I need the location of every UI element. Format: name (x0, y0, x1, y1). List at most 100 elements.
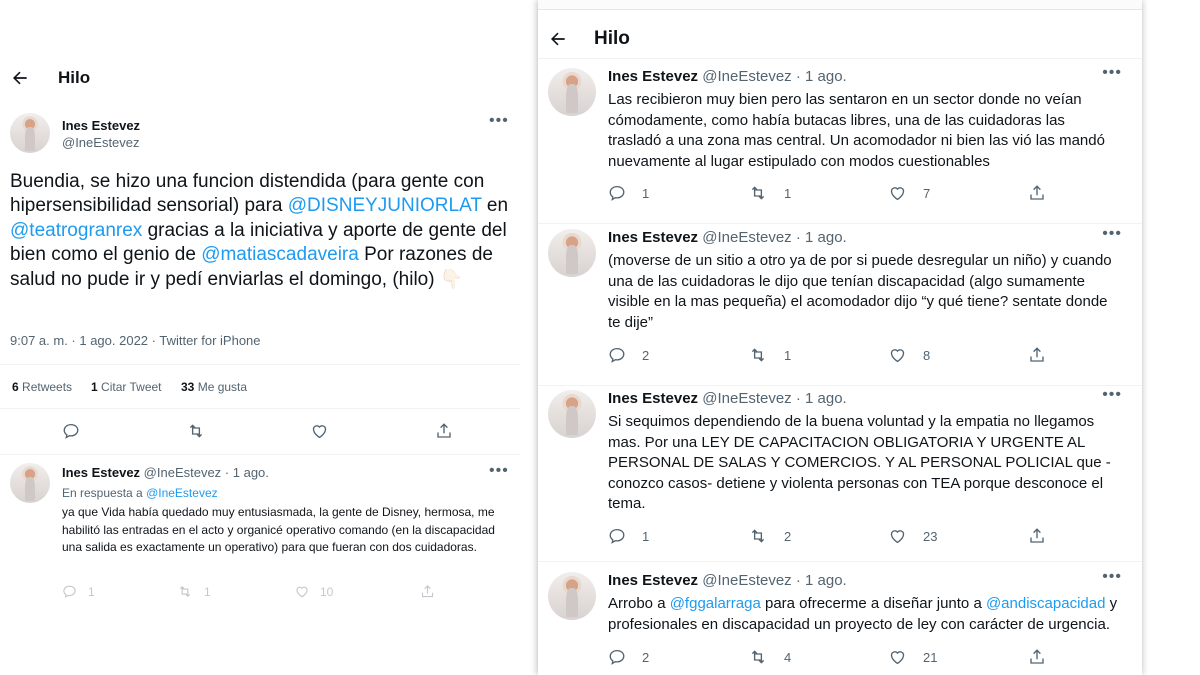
retweet-icon[interactable] (748, 346, 768, 364)
like-count: 21 (923, 649, 938, 665)
author-name[interactable]: Ines Estevez (608, 68, 698, 85)
author-handle[interactable]: @IneEstevez (702, 229, 791, 246)
thread-tweet[interactable]: Ines Estevez @IneEstevez · 1 ago. ••• La… (538, 64, 1142, 224)
avatar[interactable] (548, 229, 596, 277)
left-thread-panel: Hilo Ines Estevez @IneEstevez ••• Buendi… (0, 0, 520, 675)
page-title: Hilo (58, 68, 91, 87)
retweet-icon[interactable] (748, 184, 768, 202)
tweet-time[interactable]: · 1 ago. (796, 390, 847, 407)
share-icon[interactable] (435, 422, 453, 440)
more-options-icon[interactable]: ••• (1102, 386, 1122, 404)
author-handle[interactable]: @IneEstevez (702, 572, 791, 589)
more-options-icon[interactable]: ••• (1102, 64, 1122, 82)
likes-stat[interactable]: 33 Me gusta (181, 380, 247, 394)
like-heart-icon[interactable] (294, 584, 310, 599)
reply-icon[interactable] (608, 346, 626, 364)
more-options-icon[interactable]: ••• (489, 462, 509, 480)
author-name[interactable]: Ines Estevez (608, 572, 698, 589)
reply-count: 2 (642, 649, 650, 665)
back-arrow-icon[interactable] (10, 68, 30, 88)
share-icon[interactable] (1028, 184, 1046, 202)
page-title: Hilo (594, 28, 630, 49)
tweet-actions: 2 4 21 (608, 648, 1142, 666)
avatar[interactable] (548, 572, 596, 620)
tweet-author-line: Ines Estevez @IneEstevez · 1 ago. (608, 572, 847, 589)
like-heart-icon[interactable] (310, 422, 329, 440)
more-options-icon[interactable]: ••• (1102, 225, 1122, 243)
author-name[interactable]: Ines Estevez (62, 465, 140, 480)
reply-icon[interactable] (608, 527, 626, 545)
author-handle[interactable]: @IneEstevez (62, 135, 140, 150)
avatar[interactable] (548, 68, 596, 116)
share-icon[interactable] (420, 584, 435, 599)
thread-tweet[interactable]: Ines Estevez @IneEstevez · 1 ago. ••• (m… (538, 225, 1142, 386)
tweet-time[interactable]: · 1 ago. (796, 68, 847, 85)
tweet-author-line: Ines Estevez @IneEstevez · 1 ago. (608, 229, 847, 246)
reply-count: 2 (642, 347, 650, 363)
tweet-actions: 1 2 23 (608, 527, 1142, 545)
avatar[interactable] (10, 463, 50, 503)
thread-header: Hilo (548, 28, 630, 50)
author-name[interactable]: Ines Estevez (62, 118, 140, 133)
share-icon[interactable] (1028, 527, 1046, 545)
browser-top-strip (538, 0, 1142, 10)
quotes-count: 1 (91, 380, 98, 394)
retweets-count: 6 (12, 380, 19, 394)
reply-to-handle[interactable]: @IneEstevez (146, 486, 218, 500)
share-icon[interactable] (1028, 346, 1046, 364)
avatar[interactable] (10, 113, 50, 153)
like-count: 7 (923, 185, 931, 201)
reply-count: 1 (88, 585, 95, 599)
retweet-icon[interactable] (177, 584, 193, 599)
author-handle[interactable]: @IneEstevez (702, 68, 791, 85)
tweet-actions: 2 1 8 (608, 346, 1142, 364)
thread-tweet[interactable]: Ines Estevez @IneEstevez · 1 ago. ••• Si… (538, 386, 1142, 562)
tweet-time[interactable]: · 1 ago. (796, 572, 847, 589)
mention-link[interactable]: @DISNEYJUNIORLAT (288, 195, 482, 216)
author-handle[interactable]: @IneEstevez (144, 465, 222, 480)
right-thread-panel: Hilo Ines Estevez @IneEstevez · 1 ago. •… (538, 0, 1142, 675)
like-heart-icon[interactable] (888, 346, 907, 364)
reply-icon[interactable] (62, 422, 80, 440)
author-name[interactable]: Ines Estevez (608, 390, 698, 407)
reply-icon[interactable] (608, 184, 626, 202)
mention-link[interactable]: @matiascadaveira (201, 244, 359, 265)
retweet-count: 2 (784, 528, 792, 544)
tweet-text: Buendia, se hizo una funcion distendida … (10, 170, 510, 292)
divider (538, 58, 1142, 59)
retweet-icon[interactable] (748, 527, 768, 545)
mention-link[interactable]: @andiscapacidad (986, 595, 1105, 612)
like-count: 10 (320, 585, 334, 599)
tweet-time[interactable]: · 1 ago. (225, 465, 269, 480)
retweet-count: 1 (784, 347, 792, 363)
tweet-actions: 1 1 7 (608, 184, 1142, 202)
reply-icon[interactable] (608, 648, 626, 666)
back-arrow-icon[interactable] (548, 29, 568, 49)
pointing-down-emoji: 👇🏻 (439, 268, 464, 290)
retweet-icon[interactable] (748, 648, 768, 666)
tweet-timestamp[interactable]: 9:07 a. m. · 1 ago. 2022 · Twitter for i… (10, 333, 261, 348)
retweet-count: 1 (204, 585, 211, 599)
retweet-count: 4 (784, 649, 792, 665)
thread-tweet[interactable]: Ines Estevez @IneEstevez · 1 ago. ••• Ar… (538, 568, 1142, 675)
tweet-time[interactable]: · 1 ago. (796, 229, 847, 246)
more-options-icon[interactable]: ••• (1102, 568, 1122, 586)
retweet-icon[interactable] (186, 422, 206, 440)
author-name[interactable]: Ines Estevez (608, 229, 698, 246)
tweet-text: Las recibieron muy bien pero las sentaro… (608, 91, 1105, 170)
more-options-icon[interactable]: ••• (489, 112, 509, 130)
author-handle[interactable]: @IneEstevez (702, 390, 791, 407)
like-heart-icon[interactable] (888, 184, 907, 202)
like-heart-icon[interactable] (888, 648, 907, 666)
tweet-text-part: Arrobo a (608, 595, 670, 612)
mention-link[interactable]: @teatrogranrex (10, 220, 142, 241)
like-heart-icon[interactable] (888, 527, 907, 545)
share-icon[interactable] (1028, 648, 1046, 666)
retweets-stat[interactable]: 6 Retweets (12, 380, 72, 394)
tweet-author-line: Ines Estevez @IneEstevez · 1 ago. (608, 390, 847, 407)
mention-link[interactable]: @fggalarraga (670, 595, 761, 612)
quotes-stat[interactable]: 1 Citar Tweet (91, 380, 162, 394)
avatar[interactable] (548, 390, 596, 438)
reply-icon[interactable] (62, 584, 77, 599)
tweet-text: Arrobo a @fggalarraga para ofrecerme a d… (608, 594, 1118, 635)
